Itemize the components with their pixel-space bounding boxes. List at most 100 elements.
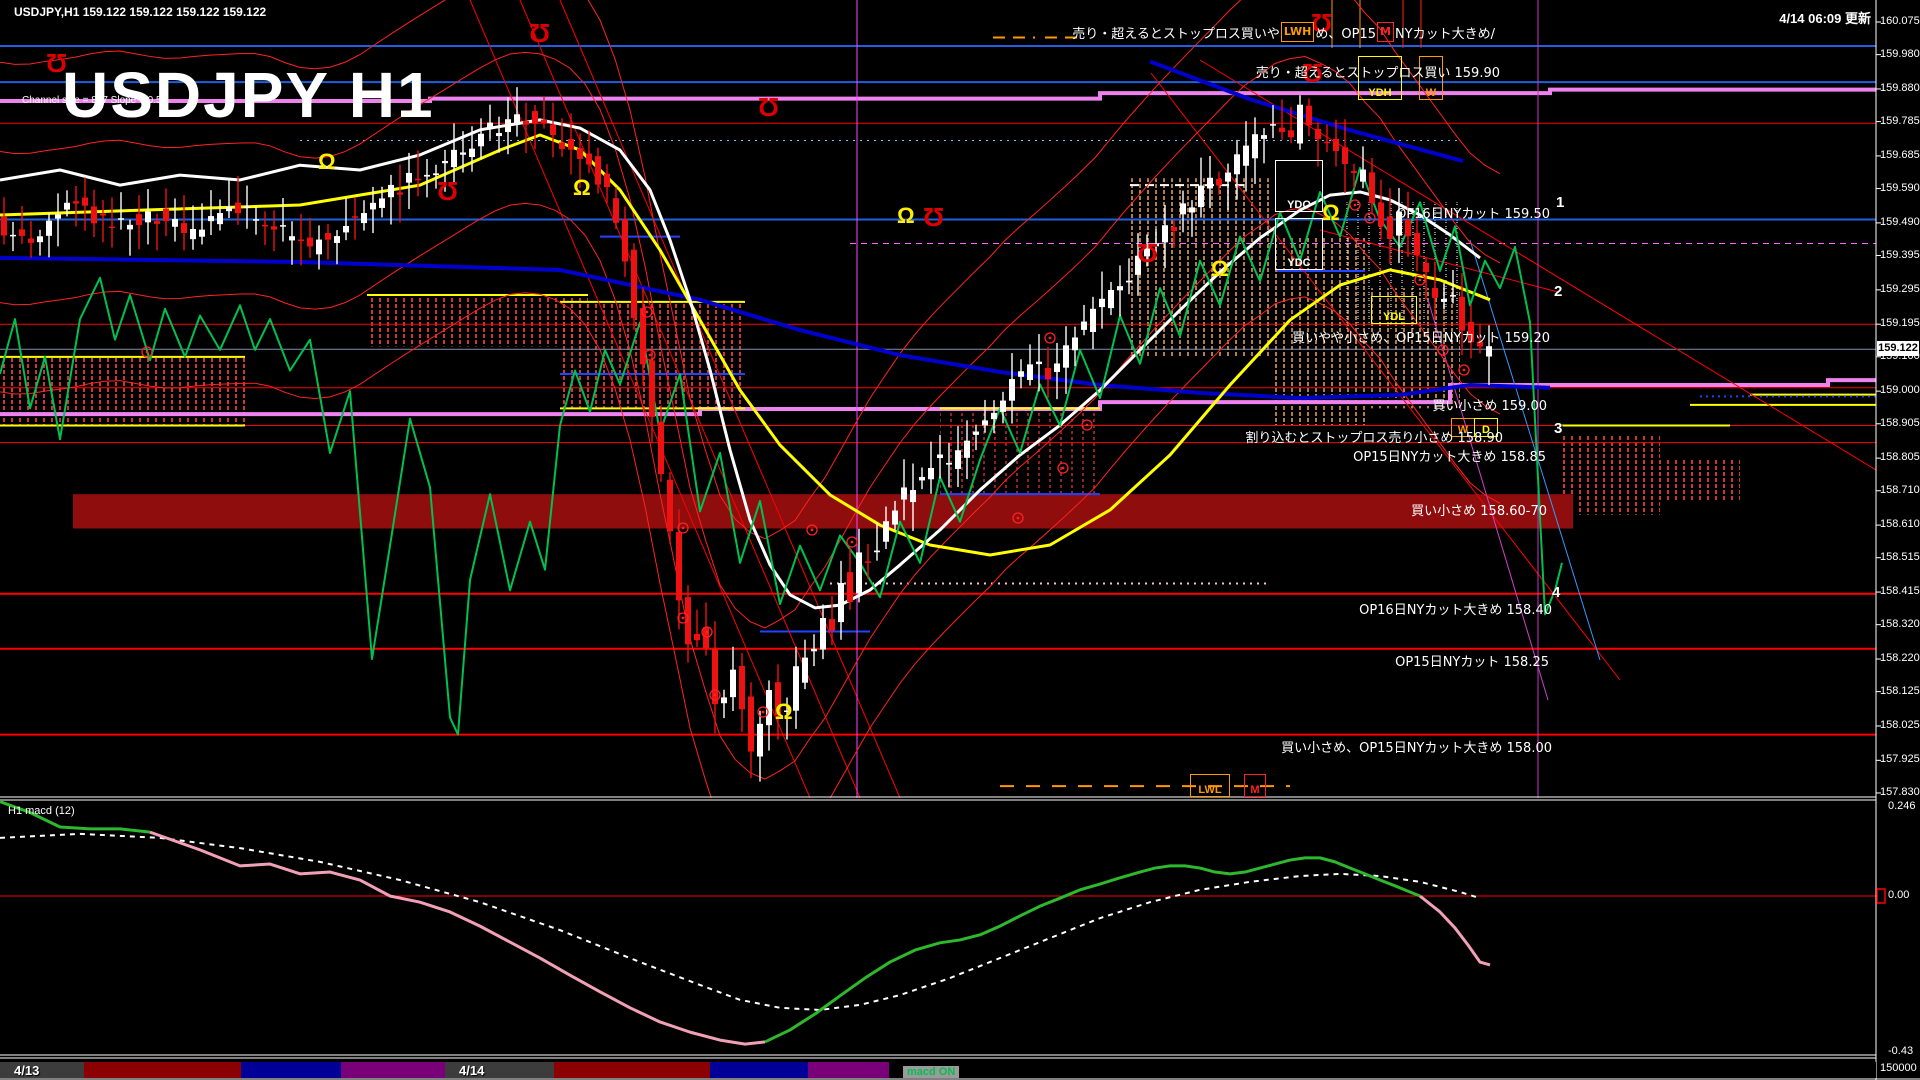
macd-toggle-badge[interactable]: macd ON bbox=[903, 1066, 959, 1078]
candle-body bbox=[1234, 154, 1240, 174]
signal-circle-dot bbox=[1086, 424, 1089, 427]
signal-circle-dot bbox=[1049, 337, 1052, 340]
macd-main-line bbox=[765, 858, 1420, 1042]
candle-body bbox=[1216, 179, 1222, 186]
candle-body bbox=[1045, 368, 1051, 379]
price-axis-label: 159.295 bbox=[1880, 283, 1920, 295]
candle-body bbox=[883, 521, 889, 542]
timeline-segment bbox=[84, 1062, 241, 1078]
candle-body bbox=[694, 634, 700, 640]
signal-circle-dot bbox=[1354, 204, 1357, 207]
candle-body bbox=[577, 148, 583, 159]
candle-body bbox=[316, 240, 322, 255]
candle-body bbox=[19, 229, 25, 236]
price-axis-label: 158.905 bbox=[1880, 417, 1920, 429]
timeline-segment bbox=[554, 1062, 710, 1078]
macd-axis-label: 0.00 bbox=[1888, 889, 1909, 901]
candle-body bbox=[1108, 290, 1114, 308]
candle-body bbox=[802, 658, 808, 683]
sell-arrow-icon: Ω bbox=[1137, 238, 1158, 268]
candle-body bbox=[424, 175, 430, 177]
candle-body bbox=[181, 223, 187, 233]
timeline-segment bbox=[710, 1062, 808, 1078]
candle-body bbox=[1126, 281, 1132, 283]
candle-body bbox=[928, 468, 934, 479]
candle-body bbox=[1315, 129, 1321, 139]
candle-body bbox=[10, 235, 16, 237]
candle-body bbox=[280, 225, 286, 227]
signal-circle-dot bbox=[762, 711, 765, 714]
candle-body bbox=[613, 198, 619, 223]
price-axis-label: 159.980 bbox=[1880, 48, 1920, 60]
candle-body bbox=[1009, 379, 1015, 401]
price-axis-label: 158.710 bbox=[1880, 484, 1920, 496]
signal-circle-dot bbox=[1017, 517, 1020, 520]
price-axis-label: 159.395 bbox=[1880, 249, 1920, 261]
signal-circle-dot bbox=[1369, 217, 1372, 220]
candle-body bbox=[370, 203, 376, 210]
sell-arrow-icon: Ω bbox=[758, 92, 779, 122]
signal-circle-dot bbox=[811, 529, 814, 532]
candle-body bbox=[757, 724, 763, 757]
candle-body bbox=[1288, 130, 1294, 137]
candle-body bbox=[1450, 295, 1456, 297]
candle-body bbox=[1306, 106, 1312, 126]
channel-info-label: Channel size = 857 Slope = 0.54 bbox=[22, 95, 167, 106]
candle-body bbox=[946, 463, 952, 465]
scenario-marker-3: 3 bbox=[1554, 420, 1562, 437]
signal-circle-dot bbox=[706, 631, 709, 634]
candle-body bbox=[523, 121, 529, 125]
candle-body bbox=[460, 152, 466, 154]
sell-arrow-icon: Ω bbox=[923, 202, 944, 232]
candle-body bbox=[991, 413, 997, 419]
candle-body bbox=[145, 212, 151, 223]
macd-signal-line bbox=[0, 834, 1480, 1010]
candle-body bbox=[397, 192, 403, 194]
buy-arrow-icon: Ω bbox=[1322, 200, 1340, 225]
annotation-text: NYカット大きめ/ bbox=[1395, 23, 1495, 42]
candle-body bbox=[595, 156, 601, 184]
candle-body bbox=[649, 360, 655, 416]
candle-body bbox=[352, 216, 358, 218]
candle-body bbox=[1162, 225, 1168, 242]
candle-body bbox=[910, 490, 916, 502]
candle-body bbox=[1432, 288, 1438, 298]
timeline-segment bbox=[341, 1062, 445, 1078]
candle-body bbox=[73, 201, 79, 203]
timeline-segment bbox=[241, 1062, 341, 1078]
candle-body bbox=[1270, 124, 1276, 126]
candle-body bbox=[937, 455, 943, 459]
candle-body bbox=[127, 225, 133, 230]
chart-canvas[interactable]: ΩΩΩΩΩΩΩΩΩΩΩΩΩΩ bbox=[0, 0, 1920, 1080]
macd-axis-label: -0.43 bbox=[1888, 1045, 1913, 1057]
candle-body bbox=[1036, 362, 1042, 364]
candle-body bbox=[172, 219, 178, 227]
candle-body bbox=[1090, 309, 1096, 332]
candle-body bbox=[622, 219, 628, 261]
pivot-stepline bbox=[0, 380, 1876, 414]
update-timestamp: 4/14 06:09 更新 bbox=[1779, 8, 1871, 27]
scenario-marker-4: 4 bbox=[1552, 584, 1560, 601]
candle-body bbox=[1189, 207, 1195, 212]
candle-body bbox=[271, 226, 277, 229]
candle-body bbox=[685, 597, 691, 644]
buy-arrow-icon: Ω bbox=[897, 203, 915, 228]
candle-body bbox=[1018, 371, 1024, 377]
candle-body bbox=[1072, 337, 1078, 350]
price-axis-label: 159.195 bbox=[1880, 317, 1920, 329]
price-axis-label: 159.785 bbox=[1880, 115, 1920, 127]
candle-body bbox=[1378, 203, 1384, 227]
trend-line bbox=[1151, 73, 1620, 680]
price-axis-label: 157.830 bbox=[1880, 786, 1920, 798]
candle-body bbox=[136, 214, 142, 225]
candle-body bbox=[298, 240, 304, 242]
price-axis-label: 158.610 bbox=[1880, 518, 1920, 530]
candle-body bbox=[226, 207, 232, 211]
candle-body bbox=[892, 511, 898, 525]
macd-axis-label: 0.246 bbox=[1888, 800, 1916, 812]
price-axis-label: 158.805 bbox=[1880, 451, 1920, 463]
price-axis-label: 158.415 bbox=[1880, 585, 1920, 597]
candle-body bbox=[847, 572, 853, 602]
price-annotation: OP15日NYカット 158.25 bbox=[1395, 651, 1549, 670]
buy-arrow-icon: Ω bbox=[775, 699, 793, 724]
